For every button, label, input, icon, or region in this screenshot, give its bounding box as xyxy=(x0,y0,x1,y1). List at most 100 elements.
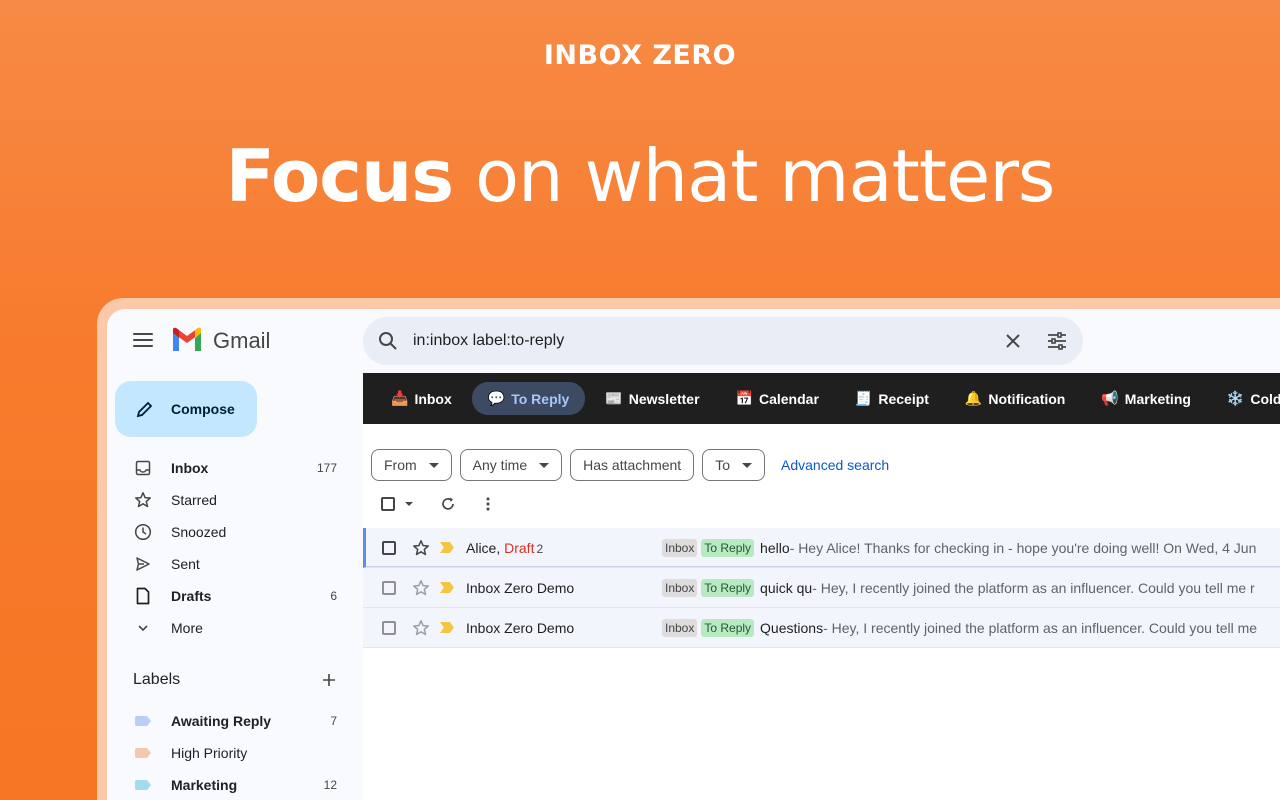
label-item-high-priority[interactable]: High Priority xyxy=(107,737,363,769)
inbox-tray-icon: 📥 xyxy=(391,390,409,406)
nav-count: 177 xyxy=(316,461,337,475)
email-sender: Inbox Zero Demo xyxy=(466,620,662,636)
star-icon[interactable] xyxy=(412,539,430,557)
chip-label: Has attachment xyxy=(583,457,682,473)
caret-down-icon xyxy=(742,462,752,468)
tab-to-reply[interactable]: 💬 To Reply xyxy=(471,382,586,415)
labels-heading: Labels xyxy=(133,671,337,689)
email-subject: hello xyxy=(760,539,790,556)
row-checkbox[interactable] xyxy=(382,540,396,555)
refresh-icon[interactable] xyxy=(439,495,457,513)
label-count: 7 xyxy=(330,714,337,728)
sidebar: Gmail Compose Inbox 177 Starred Snoozed xyxy=(107,309,363,800)
tab-receipt[interactable]: 🧾 Receipt xyxy=(839,382,945,415)
nav-item-inbox[interactable]: Inbox 177 xyxy=(107,452,363,484)
list-toolbar xyxy=(381,495,491,513)
compose-button[interactable]: Compose xyxy=(115,381,257,437)
gmail-logo-icon xyxy=(173,327,201,351)
email-list: Alice, Draft 2 Inbox To Reply hello - Hey… xyxy=(363,528,1280,648)
label-name: Marketing xyxy=(171,777,238,793)
sender-name: Inbox Zero Demo xyxy=(466,579,575,596)
label-badge-inbox: Inbox xyxy=(662,618,698,637)
star-icon[interactable] xyxy=(412,619,430,637)
tab-newsletter[interactable]: 📰 Newsletter xyxy=(589,382,715,415)
important-marker-icon[interactable] xyxy=(440,622,454,633)
email-row[interactable]: Inbox Zero Demo Inbox To Reply quick qu … xyxy=(363,568,1280,608)
search-input[interactable]: in:inbox label:to-reply xyxy=(413,332,981,350)
send-icon xyxy=(133,554,153,574)
headline: Focus on what matters xyxy=(0,134,1280,218)
labels-list: Awaiting Reply 7 High Priority Marketing… xyxy=(107,705,363,800)
hamburger-menu-icon[interactable] xyxy=(133,333,153,347)
email-subject: quick qu xyxy=(760,579,813,596)
main-pane: 📥 Inbox 💬 To Reply 📰 Newsletter 📅 Calendar 🧾… xyxy=(363,373,1280,800)
pencil-icon xyxy=(136,401,153,418)
caret-down-icon xyxy=(428,462,439,468)
label-badge-to-reply: To Reply xyxy=(701,618,755,637)
tab-label: Cold xyxy=(1250,390,1280,407)
star-icon[interactable] xyxy=(412,579,430,597)
advanced-search-link[interactable]: Advanced search xyxy=(781,457,889,473)
tab-marketing[interactable]: 📢 Marketing xyxy=(1085,382,1207,415)
search-bar[interactable]: in:inbox label:to-reply xyxy=(363,317,1083,365)
nav-count: 6 xyxy=(330,589,337,603)
filter-any-time[interactable]: Any time xyxy=(459,449,563,481)
nav-label: Drafts xyxy=(171,588,212,604)
chevron-down-icon xyxy=(133,618,153,638)
thread-count: 2 xyxy=(536,541,544,556)
filter-has-attachment[interactable]: Has attachment xyxy=(570,449,695,481)
star-icon xyxy=(133,490,153,510)
gmail-wordmark: Gmail xyxy=(213,328,271,353)
nav-item-sent[interactable]: Sent xyxy=(107,548,363,580)
label-badge-inbox: Inbox xyxy=(662,578,698,597)
close-icon[interactable] xyxy=(1001,329,1025,353)
gmail-window: Gmail Compose Inbox 177 Starred Snoozed xyxy=(107,309,1280,800)
search-icon[interactable] xyxy=(377,330,399,352)
plus-icon[interactable] xyxy=(321,672,337,688)
label-tag-icon xyxy=(133,775,153,795)
email-row[interactable]: Inbox Zero Demo Inbox To Reply Questions… xyxy=(363,608,1280,648)
email-subject: Questions xyxy=(760,619,824,636)
nav-list: Inbox 177 Starred Snoozed Sent Drafts 6 … xyxy=(107,452,363,644)
tab-cold[interactable]: ❄️ Cold xyxy=(1211,382,1280,415)
tab-label: Newsletter xyxy=(628,390,700,407)
tab-calendar[interactable]: 📅 Calendar xyxy=(720,382,835,415)
tab-inbox[interactable]: 📥 Inbox xyxy=(375,382,468,415)
row-checkbox[interactable] xyxy=(382,580,396,595)
brand-title: INBOX ZERO xyxy=(543,40,737,71)
filter-to[interactable]: To xyxy=(702,449,765,481)
tab-label: Calendar xyxy=(758,390,819,407)
tab-notification[interactable]: 🔔 Notification xyxy=(949,382,1081,415)
email-sender: Alice, Draft 2 xyxy=(466,540,662,556)
important-marker-icon[interactable] xyxy=(440,542,454,553)
select-all-checkbox[interactable] xyxy=(381,497,395,511)
nav-item-starred[interactable]: Starred xyxy=(107,484,363,516)
nav-item-drafts[interactable]: Drafts 6 xyxy=(107,580,363,612)
label-item-awaiting-reply[interactable]: Awaiting Reply 7 xyxy=(107,705,363,737)
search-filters: From Any time Has attachment To Advanced… xyxy=(371,449,889,481)
label-badge-to-reply: To Reply xyxy=(701,538,755,557)
speech-bubble-icon: 💬 xyxy=(487,390,506,406)
nav-item-snoozed[interactable]: Snoozed xyxy=(107,516,363,548)
row-checkbox[interactable] xyxy=(382,620,396,635)
email-snippet: - Hey, I recently joined the platform as… xyxy=(823,619,1258,636)
label-item-marketing[interactable]: Marketing 12 xyxy=(107,769,363,800)
sender-name: Inbox Zero Demo xyxy=(466,619,575,636)
filter-options-icon[interactable] xyxy=(1045,329,1069,353)
caret-down-icon xyxy=(539,462,550,468)
nav-label: Inbox xyxy=(171,460,209,476)
tab-label: Receipt xyxy=(878,390,929,407)
caret-down-icon[interactable] xyxy=(401,499,417,509)
draft-indicator: Draft xyxy=(504,539,535,556)
label-badge-inbox: Inbox xyxy=(662,538,698,557)
calendar-icon: 📅 xyxy=(735,390,753,406)
nav-item-more[interactable]: More xyxy=(107,612,363,644)
email-row[interactable]: Alice, Draft 2 Inbox To Reply hello - Hey… xyxy=(363,528,1280,568)
important-marker-icon[interactable] xyxy=(440,582,454,593)
bell-icon: 🔔 xyxy=(964,390,983,406)
chip-label: Any time xyxy=(472,457,528,473)
label-name: High Priority xyxy=(171,745,248,761)
filter-from[interactable]: From xyxy=(371,449,452,481)
more-vert-icon[interactable] xyxy=(485,496,491,512)
draft-file-icon xyxy=(133,586,153,606)
